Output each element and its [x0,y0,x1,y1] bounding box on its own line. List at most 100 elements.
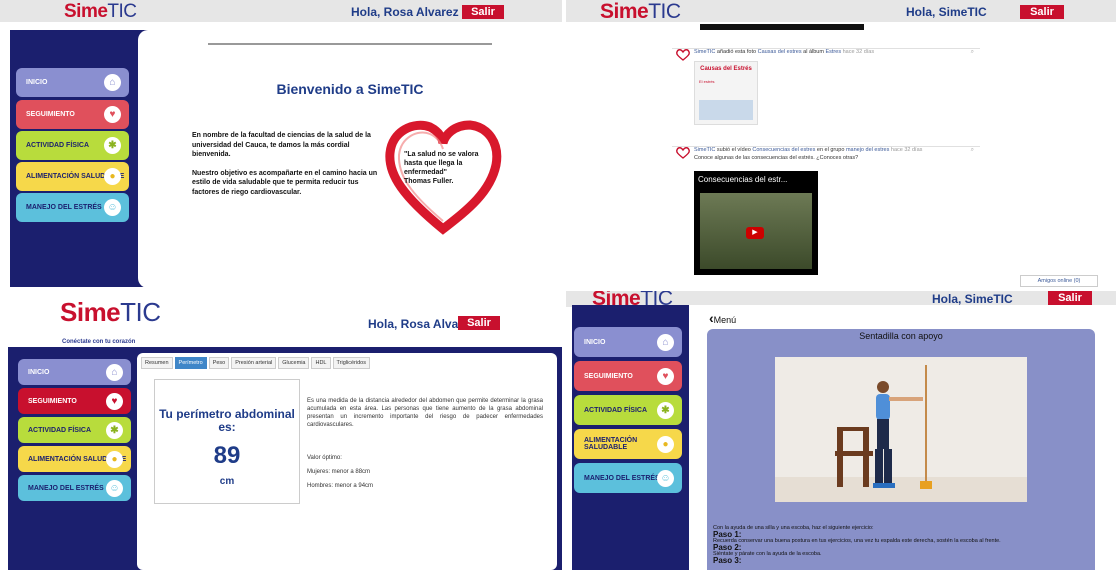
screen-welcome: SimeTIC Hola, Rosa Alvarez Salir INICIO ⌂… [0,0,562,287]
post-header: SimeTIC añadió esta foto Causas del estr… [672,49,980,56]
home-icon: ⌂ [104,74,121,91]
options-icon[interactable]: ⌕ [971,49,974,56]
menu-item-alimentacion[interactable]: ALIMENTACIÓN SALUDABLE ● [574,429,682,459]
optimal-label: Valor óptimo: [307,455,342,461]
post-time: hace 32 días [889,147,923,153]
welcome-title: Bienvenido a SimeTIC [276,81,424,97]
perimeter-panel: Resumen Perímetro Peso Presión arterial … [137,353,557,570]
post-caption: Conoce algunas de las consecuencias del … [694,155,859,161]
options-icon[interactable]: ⌕ [971,147,974,154]
menu-item-estres[interactable]: MANEJO DEL ESTRÉS ☺ [16,193,129,222]
back-label: Menú [713,315,737,325]
collage: SimeTIC Hola, Rosa Alvarez Salir INICIO ⌂… [0,0,1116,570]
logo-part1: Sime [600,0,649,23]
logout-button[interactable]: Salir [458,316,500,330]
runner-icon: ✱ [106,421,123,439]
post-user-link[interactable]: SimeTIC [694,49,715,55]
greeting: Hola, SimeTIC [932,292,1013,306]
optimal-women: Mujeres: menor a 88cm [307,469,371,475]
menu-item-seguimiento[interactable]: SEGUIMIENTO ♥ [16,100,129,129]
tab-glucemia[interactable]: Glucemia [278,357,310,369]
result-title: Tu perímetro abdominal es: [159,407,295,434]
divider [208,43,492,45]
apple-icon: ● [657,435,674,453]
thumbnail-image [699,100,753,120]
step-text: Recuerda conservar una buena postura en … [713,538,1001,545]
video-link[interactable]: Consecuencias del estres [752,147,815,153]
logo-part2: TIC [120,297,161,327]
online-friends[interactable]: Amigos online (0) [1020,275,1098,287]
menu-label: MANEJO DEL ESTRÉS [584,474,660,482]
exercise-steps: Con la ayuda de una silla y una escoba, … [713,525,1087,565]
tab-trigliceridos[interactable]: Triglicéridos [332,357,370,369]
tab-peso[interactable]: Peso [208,357,230,369]
album-link[interactable]: Estres [825,49,841,55]
group-link[interactable]: manejo del estres [846,147,889,153]
logout-button[interactable]: Salir [462,5,504,19]
tab-hdl[interactable]: HDL [311,357,331,369]
menu-item-estres[interactable]: MANEJO DEL ESTRÉS ☺ [18,475,131,501]
menu-item-alimentacion[interactable]: ALIMENTACIÓN SALUDABLE ● [16,162,129,191]
smile-icon: ☺ [657,469,674,487]
menu-item-alimentacion[interactable]: ALIMENTACIÓN SALUDABLE ● [18,446,131,472]
post-user-link[interactable]: SimeTIC [694,147,715,153]
greeting: Hola, Rosa Alvarez [351,5,459,19]
runner-icon: ✱ [657,401,674,419]
post-text: añadió esta foto [715,49,758,55]
menu-label: SEGUIMIENTO [584,372,633,380]
tab-presion[interactable]: Presión arterial [231,357,277,369]
smile-icon: ☺ [104,199,121,216]
menu-item-seguimiento[interactable]: SEGUIMIENTO ♥ [18,388,131,414]
quote-author: Thomas Fuller. [404,178,454,185]
intro-text: En nombre de la facultad de ciencias de … [192,131,378,207]
menu-item-seguimiento[interactable]: SEGUIMIENTO ♥ [574,361,682,391]
heart-icon: ♥ [657,367,674,385]
menu-label: INICIO [584,338,606,346]
greeting: Hola, SimeTIC [906,5,987,19]
feed-post-video: SimeTIC subió el vídeo Consecuencias del… [672,146,980,287]
apple-icon: ● [106,450,123,468]
logo-part2: TIC [107,1,137,22]
welcome-panel: Bienvenido a SimeTIC En nombre de la fac… [138,30,562,287]
tab-resumen[interactable]: Resumen [141,357,173,369]
logo: SimeTIC [64,1,137,23]
menu-label: INICIO [26,79,48,86]
video-bottom-edge [700,24,864,30]
screen-feed: SimeTIC Hola, SimeTIC Salir SimeTIC añad… [566,0,1116,287]
result-value: 89 [213,442,241,469]
play-icon[interactable]: ▶ [746,227,764,239]
post-text: subió el vídeo [715,147,753,153]
menu-item-inicio[interactable]: INICIO ⌂ [574,327,682,357]
logout-button[interactable]: Salir [1048,291,1092,305]
thumbnail-title: Causas del Estrés [700,66,752,72]
photo-link[interactable]: Causas del estres [758,49,802,55]
menu-item-actividad[interactable]: ACTIVIDAD FÍSICA ✱ [574,395,682,425]
exercise-title: Sentadilla con apoyo [707,329,1095,343]
menu-label: SEGUIMIENTO [28,397,77,405]
menu-label: INICIO [28,368,50,376]
post-header: SimeTIC subió el vídeo Consecuencias del… [672,147,980,154]
menu-label: MANEJO DEL ESTRÉS [26,204,102,211]
video-player[interactable]: Consecuencias del estr... ▶ [694,171,818,275]
menu-item-actividad[interactable]: ACTIVIDAD FÍSICA ✱ [18,417,131,443]
menu-item-inicio[interactable]: INICIO ⌂ [18,359,131,385]
smile-icon: ☺ [106,479,123,497]
screen-exercise: SimeTIC Hola, SimeTIC Salir INICIO ⌂ SEGU… [566,291,1116,570]
intro-paragraph-2: Nuestro objetivo es acompañarte en el ca… [192,169,378,196]
result-box: Tu perímetro abdominal es: 89 cm [154,379,300,504]
home-icon: ⌂ [657,333,674,351]
logout-button[interactable]: Salir [1020,5,1064,19]
menu-item-actividad[interactable]: ACTIVIDAD FÍSICA ✱ [16,131,129,160]
menu-item-inicio[interactable]: INICIO ⌂ [16,68,129,97]
photo-thumbnail[interactable]: Causas del Estrés El estrés [694,61,758,125]
back-button[interactable]: ‹Menú [709,310,736,326]
quote: "La salud no se valora hasta que llega l… [404,150,482,186]
menu-item-estres[interactable]: MANEJO DEL ESTRÉS ☺ [574,463,682,493]
heart-icon: ♥ [106,392,123,410]
instruction: Con la ayuda de una silla y una escoba, … [713,525,874,531]
screen-perimeter: SimeTIC Conéctate con tu corazón Hola, R… [0,291,562,570]
tab-perimetro[interactable]: Perímetro [174,357,207,369]
tab-bar: Resumen Perímetro Peso Presión arterial … [141,357,370,369]
intro-paragraph-1: En nombre de la facultad de ciencias de … [192,132,371,159]
result-unit: cm [219,476,235,487]
